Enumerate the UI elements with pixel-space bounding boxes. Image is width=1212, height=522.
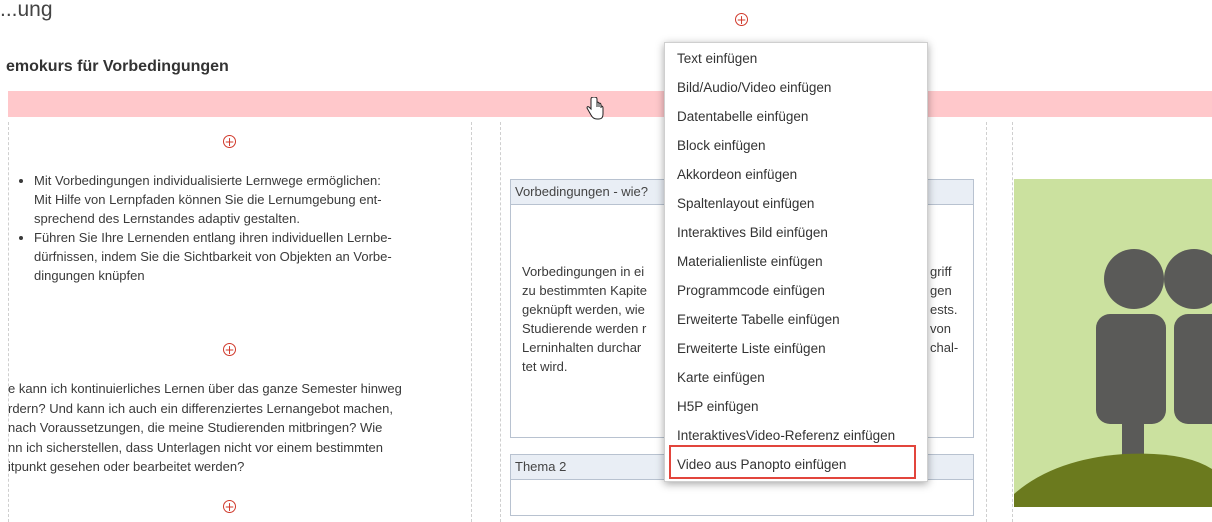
menu-item-highlight-frame <box>669 445 916 479</box>
menu-item-material-list[interactable]: Materialienliste einfügen <box>677 249 823 275</box>
menu-item-media[interactable]: Bild/Audio/Video einfügen <box>677 75 831 101</box>
menu-item-code[interactable]: Programmcode einfügen <box>677 278 825 304</box>
people-illustration-icon <box>1014 249 1212 507</box>
menu-item-datatable[interactable]: Datentabelle einfügen <box>677 104 808 130</box>
block-text: Vorbedingungen in ei zu bestimmten Kapit… <box>522 264 648 374</box>
menu-item-advanced-table[interactable]: Erweiterte Tabelle einfügen <box>677 307 840 333</box>
menu-item-block[interactable]: Block einfügen <box>677 133 766 159</box>
top-partial-heading: ...ung <box>0 0 53 21</box>
add-content-plus-icon[interactable]: + <box>735 13 748 27</box>
block-text-continued: griff gen ests. von chal- <box>930 264 959 355</box>
menu-item-h5p[interactable]: H5P einfügen <box>677 394 759 420</box>
menu-item-accordion[interactable]: Akkordeon einfügen <box>677 162 797 188</box>
menu-item-advanced-list[interactable]: Erweiterte Liste einfügen <box>677 336 826 362</box>
menu-item-text[interactable]: Text einfügen <box>677 46 757 72</box>
list-item: Führen Sie Ihre Lernenden entlang ihren … <box>34 228 484 285</box>
menu-item-map[interactable]: Karte einfügen <box>677 365 765 391</box>
paragraph-text: e kann ich kontinuierliches Lernen über … <box>8 381 402 474</box>
page-title: emokurs für Vorbedingungen <box>6 58 229 75</box>
add-content-plus-icon[interactable]: + <box>223 343 236 357</box>
bullet-list: Mit Vorbedingungen individualisierte Ler… <box>10 171 484 285</box>
hand-pointer-icon <box>585 96 605 124</box>
illustration-image <box>1014 179 1212 507</box>
list-item: Mit Vorbedingungen individualisierte Ler… <box>34 171 484 228</box>
column-layout-drop-band[interactable] <box>8 91 1212 117</box>
menu-item-interactive-image[interactable]: Interaktives Bild einfügen <box>677 220 828 246</box>
add-content-plus-icon[interactable]: + <box>223 135 236 149</box>
insert-context-menu: Text einfügen Bild/Audio/Video einfügen … <box>664 42 928 482</box>
menu-item-column-layout[interactable]: Spaltenlayout einfügen <box>677 191 814 217</box>
